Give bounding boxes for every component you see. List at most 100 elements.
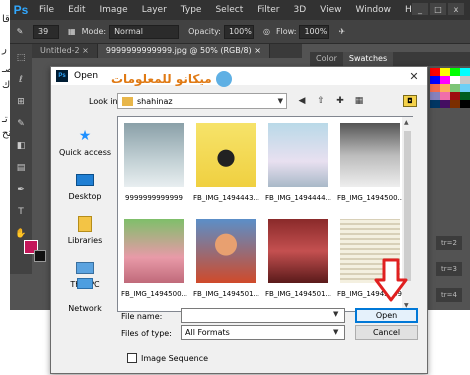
pen-tool-icon[interactable]: ✒ [14, 184, 28, 196]
look-in-select[interactable]: shahinaz ▼ [117, 93, 287, 109]
swatch[interactable] [440, 76, 450, 84]
swatch[interactable] [460, 76, 470, 84]
file-item[interactable]: FB_IMG_1494443... [193, 121, 259, 217]
maximize-button[interactable]: □ [430, 3, 446, 15]
swatch[interactable] [440, 84, 450, 92]
swatch[interactable] [450, 92, 460, 100]
up-folder-icon[interactable]: ⇧ [314, 94, 328, 108]
place-label: Network [68, 304, 102, 313]
marquee-tool-icon[interactable]: ⬚ [14, 52, 28, 64]
file-thumbnail [124, 123, 184, 187]
layer-row[interactable]: tr=2 [436, 236, 462, 250]
files-of-type-select[interactable]: All Formats [181, 325, 345, 340]
menu-window[interactable]: Window [349, 5, 399, 15]
eraser-tool-icon[interactable]: ◧ [14, 140, 28, 152]
open-button[interactable]: Open [355, 308, 418, 323]
look-in-value: shahinaz [137, 96, 173, 106]
file-item[interactable]: FB_IMG_1494500... [121, 217, 187, 311]
mode-select[interactable]: Normal [109, 24, 180, 39]
swatch[interactable] [430, 92, 440, 100]
place-quick-access[interactable]: ★ Quick access [55, 117, 115, 157]
file-list: 9999999999999 FB_IMG_1494443... FB_IMG_1… [117, 116, 413, 312]
file-item[interactable]: FB_IMG_1494501... [265, 217, 331, 311]
file-name-input[interactable] [181, 308, 345, 323]
crop-tool-icon[interactable]: ⊞ [14, 96, 28, 108]
layer-row[interactable]: tr=4 [436, 288, 462, 302]
swatch[interactable] [440, 92, 450, 100]
brush-panel-icon[interactable]: ▦ [68, 27, 76, 36]
swatch[interactable] [460, 100, 470, 108]
airbrush-icon[interactable]: ✈ [338, 27, 345, 36]
gradient-tool-icon[interactable]: ▤ [14, 162, 28, 174]
brush-size-picker[interactable]: 39 [33, 24, 59, 39]
swatch[interactable] [460, 84, 470, 92]
place-network[interactable]: Network [55, 293, 115, 313]
swatch[interactable] [430, 84, 440, 92]
screen: قا ر صـ ك تـ تح Ps File Edit Image Layer… [0, 0, 470, 375]
file-thumbnail [268, 219, 328, 283]
cancel-button[interactable]: Cancel [355, 325, 418, 340]
menu-layer[interactable]: Layer [135, 5, 174, 15]
image-sequence-option[interactable]: Image Sequence [127, 353, 208, 363]
swatch[interactable] [450, 68, 460, 76]
minimize-button[interactable]: _ [412, 3, 428, 15]
folder-icon [122, 96, 133, 106]
menu-filter[interactable]: Filter [250, 5, 286, 15]
menu-type[interactable]: Type [174, 5, 209, 15]
chevron-down-icon[interactable]: ▼ [333, 328, 338, 336]
preview-toggle-icon[interactable]: ◘ [403, 95, 417, 107]
swatch[interactable] [430, 68, 440, 76]
file-thumbnail [196, 219, 256, 283]
flow-input[interactable]: 100% [299, 24, 330, 39]
tab-active-document[interactable]: 9999999999999.jpg @ 50% (RGB/8) × [97, 44, 270, 58]
dialog-close-icon[interactable]: ✕ [407, 69, 421, 83]
menu-edit[interactable]: Edit [61, 5, 92, 15]
file-item[interactable]: FB_IMG_1494500... [337, 121, 403, 217]
tab-swatches[interactable]: Swatches [342, 52, 394, 66]
scroll-up-icon[interactable]: ▲ [404, 119, 409, 126]
menu-3d[interactable]: 3D [287, 5, 314, 15]
flow-value: 100% [304, 27, 328, 36]
image-sequence-label: Image Sequence [141, 353, 209, 363]
menu-image[interactable]: Image [93, 5, 135, 15]
menu-view[interactable]: View [313, 5, 348, 15]
opacity-input[interactable]: 100% [223, 24, 254, 39]
image-sequence-checkbox[interactable] [127, 353, 137, 363]
swatch[interactable] [460, 92, 470, 100]
color-panel-tabs: Color Swatches [310, 52, 470, 66]
tab-color[interactable]: Color [310, 52, 343, 66]
lasso-tool-icon[interactable]: ℓ [14, 74, 28, 86]
swatch[interactable] [440, 100, 450, 108]
swatch[interactable] [450, 84, 460, 92]
new-folder-icon[interactable]: ✚ [333, 94, 347, 108]
hand-tool-icon[interactable]: ✋ [14, 228, 28, 240]
file-item[interactable]: FB_IMG_1494501... [193, 217, 259, 311]
swatch[interactable] [430, 100, 440, 108]
chevron-down-icon[interactable]: ▼ [333, 310, 338, 318]
look-in-label: Look in: [89, 97, 121, 106]
swatch[interactable] [440, 68, 450, 76]
file-thumbnail [124, 219, 184, 283]
swatch[interactable] [450, 100, 460, 108]
tab-untitled-2[interactable]: Untitled-2 × [32, 44, 98, 58]
layer-row[interactable]: tr=3 [436, 262, 462, 276]
swatch[interactable] [460, 68, 470, 76]
file-item[interactable]: 9999999999999 [122, 121, 186, 217]
background-color-swatch[interactable] [34, 250, 46, 262]
brush-tool-icon[interactable]: ✎ [14, 118, 28, 130]
view-menu-icon[interactable]: ▦ [352, 94, 366, 108]
close-button[interactable]: x [448, 3, 464, 15]
menu-select[interactable]: Select [208, 5, 250, 15]
place-libraries[interactable]: Libraries [55, 205, 115, 245]
swatch-grid [430, 68, 470, 148]
back-icon[interactable]: ◀ [295, 94, 309, 108]
file-item[interactable]: FB_IMG_1494444... [265, 121, 331, 217]
navigation-toolbar: ◀ ⇧ ✚ ▦ [295, 94, 366, 108]
place-desktop[interactable]: Desktop [55, 161, 115, 201]
swatch[interactable] [450, 76, 460, 84]
pressure-opacity-icon[interactable]: ◎ [263, 27, 270, 36]
text-tool-icon[interactable]: T [14, 206, 28, 218]
swatch[interactable] [430, 76, 440, 84]
brush-tool-icon[interactable]: ✎ [10, 27, 30, 36]
menu-file[interactable]: File [32, 5, 61, 15]
